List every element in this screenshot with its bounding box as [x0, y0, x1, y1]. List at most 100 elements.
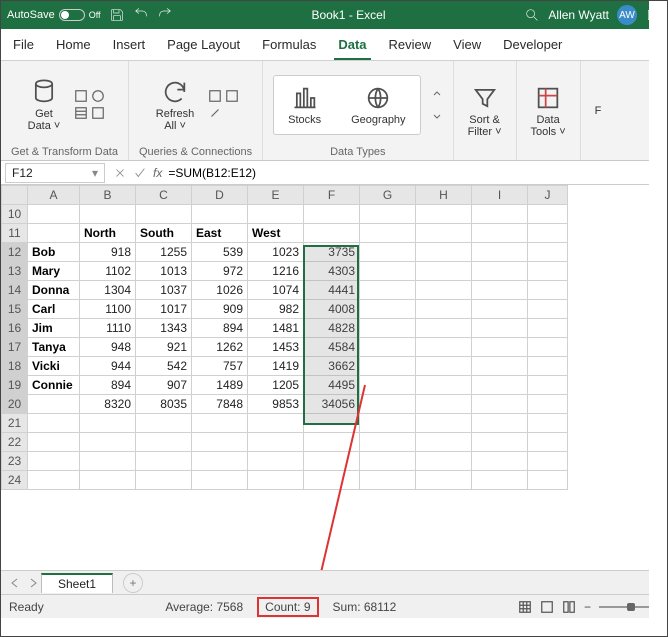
- cell-I22[interactable]: [472, 433, 528, 452]
- cell-D24[interactable]: [192, 471, 248, 490]
- cell-E23[interactable]: [248, 452, 304, 471]
- cell-E17[interactable]: 1453: [248, 338, 304, 357]
- cell-C23[interactable]: [136, 452, 192, 471]
- row-header-21[interactable]: 21: [2, 414, 28, 433]
- cell-B22[interactable]: [80, 433, 136, 452]
- cell-A11[interactable]: [28, 224, 80, 243]
- cell-H19[interactable]: [416, 376, 472, 395]
- ribbon-tab-home[interactable]: Home: [52, 29, 95, 60]
- cell-C19[interactable]: 907: [136, 376, 192, 395]
- refresh-all-button[interactable]: Refresh All ˅: [152, 76, 199, 134]
- cell-F19[interactable]: 4495: [304, 376, 360, 395]
- avatar[interactable]: AW: [617, 5, 637, 25]
- cell-H11[interactable]: [416, 224, 472, 243]
- cell-J18[interactable]: [528, 357, 568, 376]
- cell-D16[interactable]: 894: [192, 319, 248, 338]
- cell-J10[interactable]: [528, 205, 568, 224]
- cell-J19[interactable]: [528, 376, 568, 395]
- cell-I11[interactable]: [472, 224, 528, 243]
- cell-C22[interactable]: [136, 433, 192, 452]
- cell-G20[interactable]: [360, 395, 416, 414]
- zoom-out-button[interactable]: −: [584, 600, 591, 614]
- cell-A17[interactable]: Tanya: [28, 338, 80, 357]
- cell-H14[interactable]: [416, 281, 472, 300]
- row-header-22[interactable]: 22: [2, 433, 28, 452]
- cell-A18[interactable]: Vicki: [28, 357, 80, 376]
- cell-E19[interactable]: 1205: [248, 376, 304, 395]
- col-header-A[interactable]: A: [28, 186, 80, 205]
- cell-C24[interactable]: [136, 471, 192, 490]
- cell-A20[interactable]: [28, 395, 80, 414]
- page-break-icon[interactable]: [562, 600, 576, 614]
- cell-B11[interactable]: North: [80, 224, 136, 243]
- cell-G24[interactable]: [360, 471, 416, 490]
- cell-E20[interactable]: 9853: [248, 395, 304, 414]
- cell-F16[interactable]: 4828: [304, 319, 360, 338]
- ribbon-tab-file[interactable]: File: [9, 29, 38, 60]
- ribbon-tab-developer[interactable]: Developer: [499, 29, 566, 60]
- cell-E10[interactable]: [248, 205, 304, 224]
- cell-E12[interactable]: 1023: [248, 243, 304, 262]
- cell-C12[interactable]: 1255: [136, 243, 192, 262]
- cell-I20[interactable]: [472, 395, 528, 414]
- cell-D15[interactable]: 909: [192, 300, 248, 319]
- cell-H18[interactable]: [416, 357, 472, 376]
- cell-I13[interactable]: [472, 262, 528, 281]
- cell-J12[interactable]: [528, 243, 568, 262]
- cell-B20[interactable]: 8320: [80, 395, 136, 414]
- cell-E14[interactable]: 1074: [248, 281, 304, 300]
- cell-I15[interactable]: [472, 300, 528, 319]
- row-header-20[interactable]: 20: [2, 395, 28, 414]
- cell-I21[interactable]: [472, 414, 528, 433]
- cell-F13[interactable]: 4303: [304, 262, 360, 281]
- col-header-H[interactable]: H: [416, 186, 472, 205]
- cell-E15[interactable]: 982: [248, 300, 304, 319]
- cell-C10[interactable]: [136, 205, 192, 224]
- cell-G14[interactable]: [360, 281, 416, 300]
- cell-D18[interactable]: 757: [192, 357, 248, 376]
- row-header-13[interactable]: 13: [2, 262, 28, 281]
- sheet-nav-icons[interactable]: [9, 577, 39, 589]
- stocks-button[interactable]: Stocks: [284, 82, 325, 128]
- col-header-I[interactable]: I: [472, 186, 528, 205]
- cell-F15[interactable]: 4008: [304, 300, 360, 319]
- cell-G12[interactable]: [360, 243, 416, 262]
- cell-C16[interactable]: 1343: [136, 319, 192, 338]
- cell-G21[interactable]: [360, 414, 416, 433]
- cell-J16[interactable]: [528, 319, 568, 338]
- cancel-icon[interactable]: [113, 166, 127, 180]
- undo-icon[interactable]: [133, 7, 149, 23]
- cell-C13[interactable]: 1013: [136, 262, 192, 281]
- get-data-button[interactable]: Get Data ˅: [24, 76, 65, 134]
- autosave-toggle[interactable]: AutoSave Off: [7, 9, 101, 21]
- cell-I16[interactable]: [472, 319, 528, 338]
- cell-E13[interactable]: 1216: [248, 262, 304, 281]
- cell-G19[interactable]: [360, 376, 416, 395]
- row-header-18[interactable]: 18: [2, 357, 28, 376]
- cell-F11[interactable]: [304, 224, 360, 243]
- cell-I17[interactable]: [472, 338, 528, 357]
- cell-B19[interactable]: 894: [80, 376, 136, 395]
- row-header-11[interactable]: 11: [2, 224, 28, 243]
- cell-H22[interactable]: [416, 433, 472, 452]
- cell-H23[interactable]: [416, 452, 472, 471]
- cell-E18[interactable]: 1419: [248, 357, 304, 376]
- cell-F17[interactable]: 4584: [304, 338, 360, 357]
- cell-H10[interactable]: [416, 205, 472, 224]
- ribbon-tab-insert[interactable]: Insert: [109, 29, 150, 60]
- name-box[interactable]: F12 ▾: [5, 163, 105, 183]
- cell-G13[interactable]: [360, 262, 416, 281]
- cell-G11[interactable]: [360, 224, 416, 243]
- formula-input[interactable]: [168, 166, 663, 180]
- cell-F21[interactable]: [304, 414, 360, 433]
- add-sheet-button[interactable]: +: [123, 573, 143, 593]
- cell-J23[interactable]: [528, 452, 568, 471]
- cell-J21[interactable]: [528, 414, 568, 433]
- cell-G18[interactable]: [360, 357, 416, 376]
- sheet-tab-active[interactable]: Sheet1: [41, 573, 113, 593]
- col-header-E[interactable]: E: [248, 186, 304, 205]
- row-header-14[interactable]: 14: [2, 281, 28, 300]
- ribbon-tab-data[interactable]: Data: [334, 29, 370, 60]
- cell-C14[interactable]: 1037: [136, 281, 192, 300]
- col-header-J[interactable]: J: [528, 186, 568, 205]
